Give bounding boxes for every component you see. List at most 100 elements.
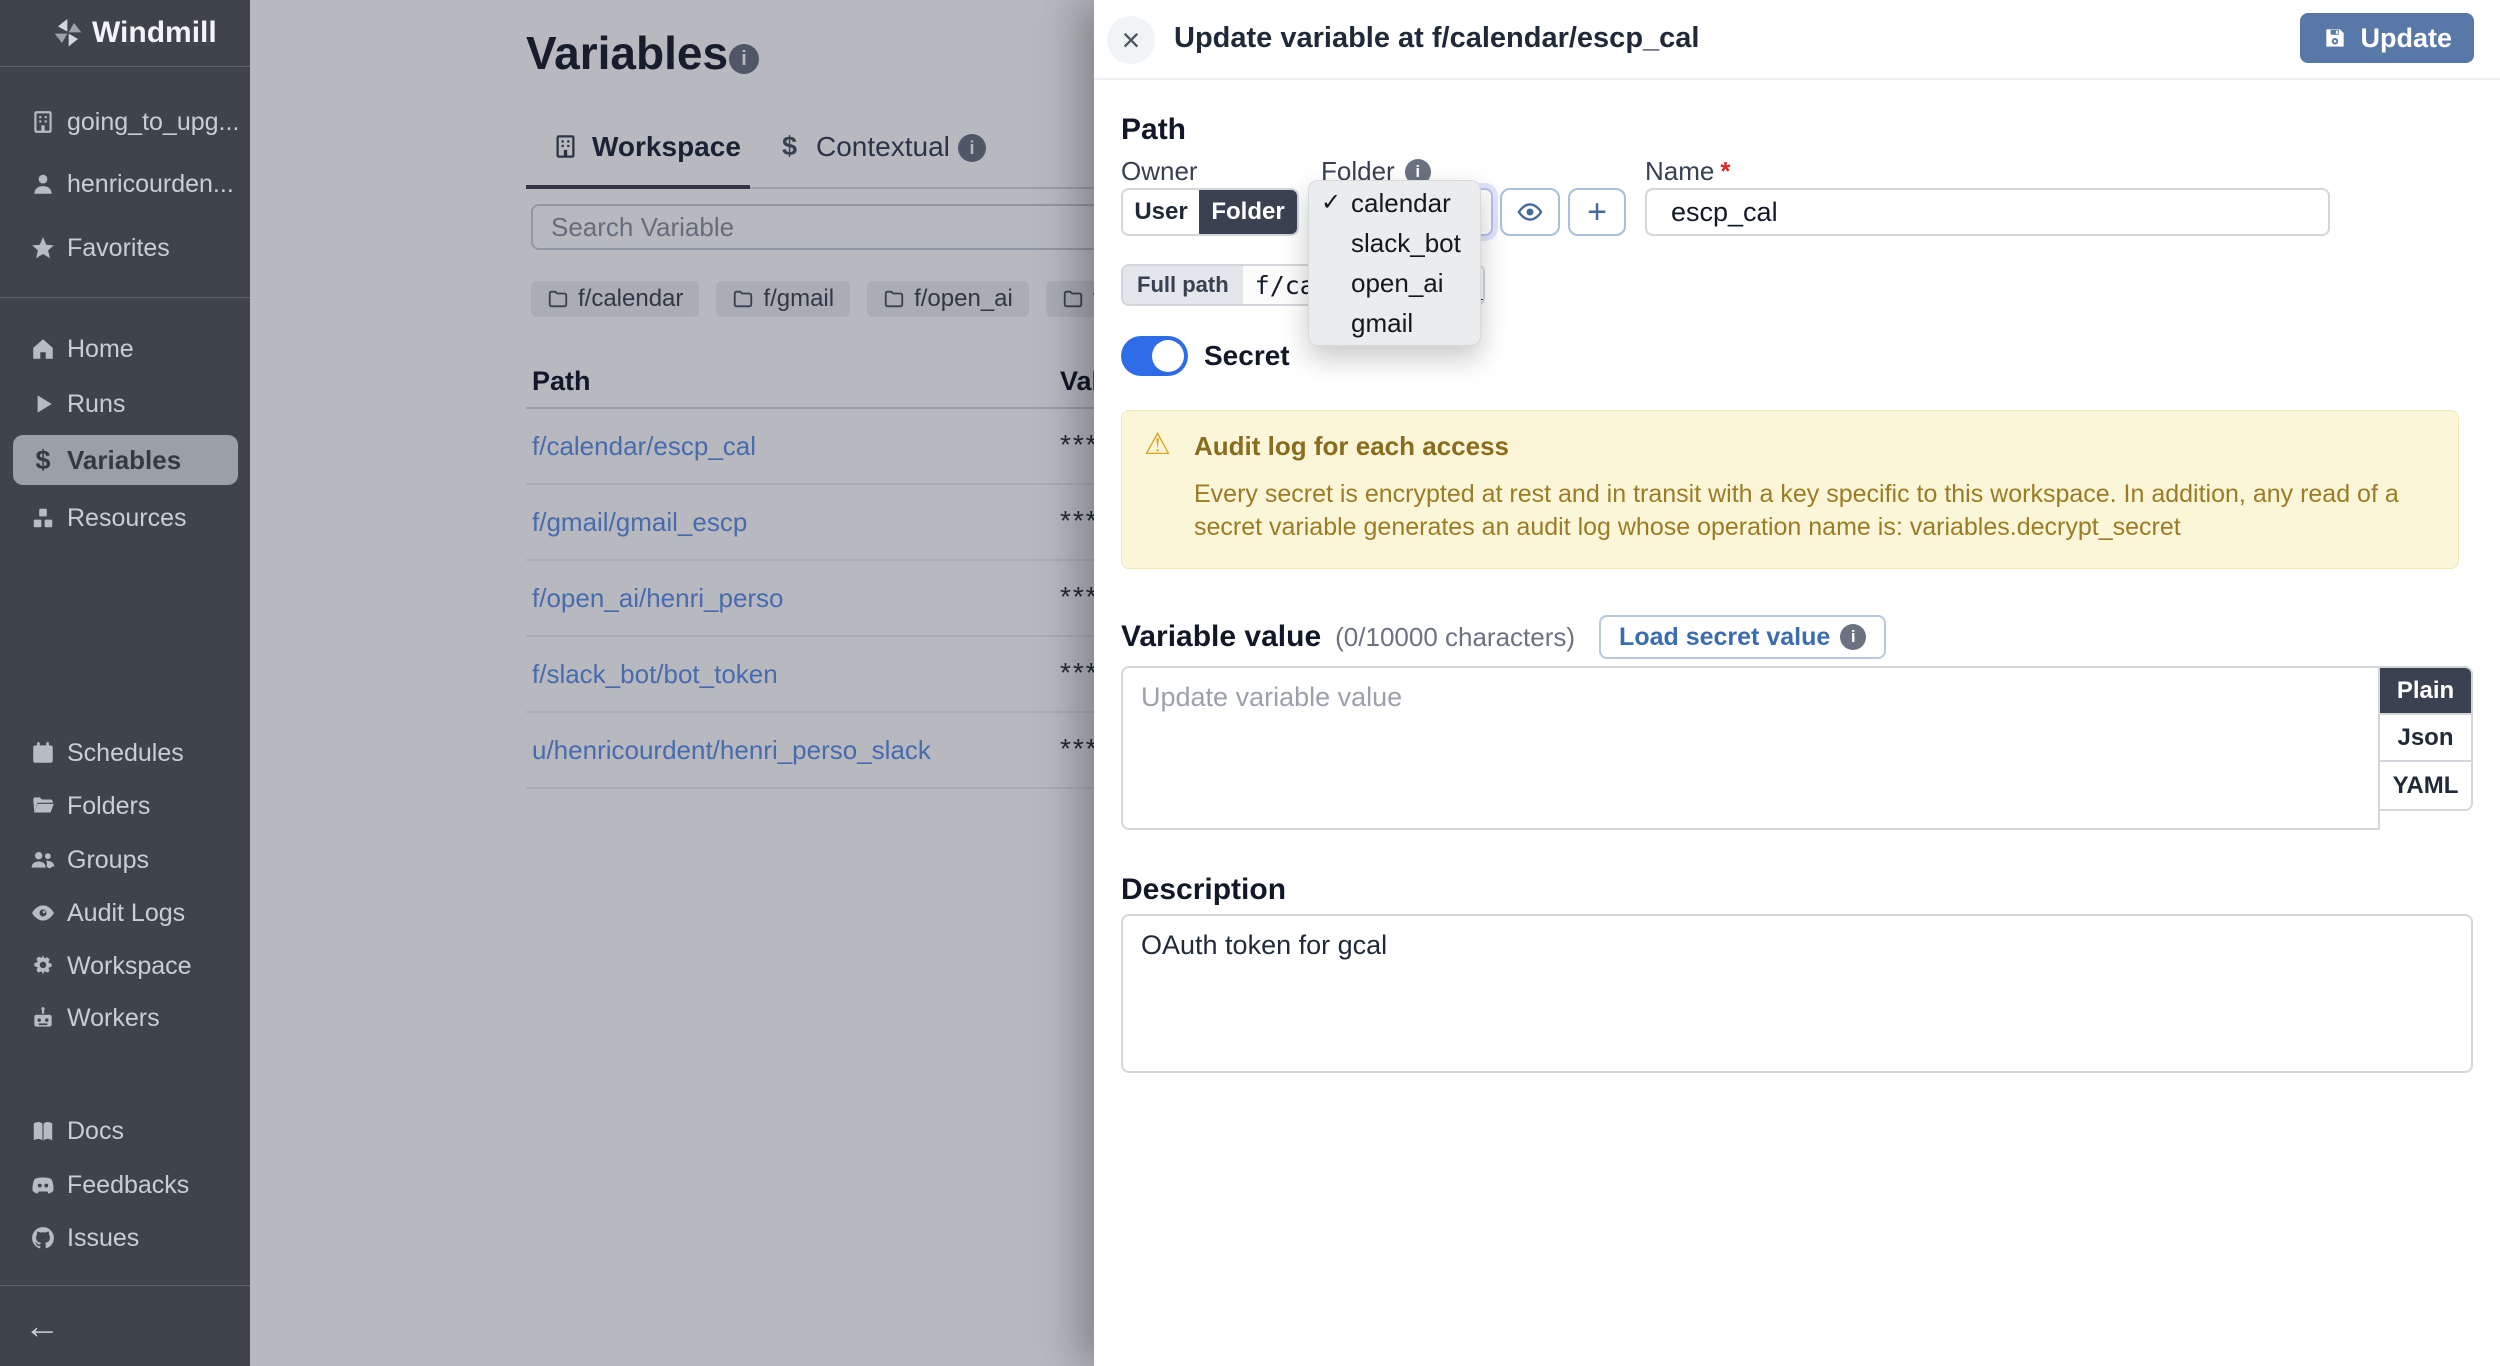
drawer-header: × Update variable at f/calendar/escp_cal…: [1094, 0, 2500, 80]
sidebar-item-favorites[interactable]: Favorites: [0, 231, 250, 265]
nav-label: Groups: [67, 846, 149, 875]
sidebar-item-user[interactable]: henricourden...: [0, 167, 250, 201]
user-name: henricourden...: [67, 170, 234, 199]
sidebar-divider: [0, 1285, 250, 1286]
update-button[interactable]: Update: [2300, 13, 2474, 63]
sidebar-item-issues[interactable]: Issues: [0, 1221, 250, 1255]
sidebar-item-groups[interactable]: Groups: [0, 843, 250, 877]
dropdown-option-gmail[interactable]: gmail: [1309, 303, 1480, 343]
name-label-text: Name: [1645, 156, 1714, 186]
variable-value-textarea[interactable]: [1121, 666, 2380, 830]
format-tabs: Plain Json YAML: [2380, 666, 2473, 811]
sidebar-item-workspace-settings[interactable]: Workspace: [0, 949, 250, 983]
cubes-icon: [29, 504, 57, 532]
dropdown-option-calendar[interactable]: ✓ calendar: [1309, 183, 1480, 223]
nav-label: Schedules: [67, 739, 184, 768]
full-path-label: Full path: [1123, 266, 1243, 304]
update-variable-drawer: × Update variable at f/calendar/escp_cal…: [1094, 0, 2500, 1366]
sidebar-item-audit-logs[interactable]: Audit Logs: [0, 896, 250, 930]
warning-icon: ⚠: [1144, 427, 1171, 462]
robot-icon: [29, 1004, 57, 1032]
sidebar-item-schedules[interactable]: Schedules: [0, 736, 250, 770]
dropdown-option-label: calendar: [1351, 188, 1451, 218]
dollar-icon: $: [29, 445, 57, 476]
eye-icon: [1516, 198, 1544, 226]
gear-icon: [29, 952, 57, 980]
folder-dropdown-menu: ✓ calendar slack_bot open_ai gmail: [1308, 180, 1481, 346]
name-label: Name*: [1645, 156, 1730, 187]
warning-title: Audit log for each access: [1194, 431, 2434, 462]
windmill-app: Windmill going_to_upg... henricourden...…: [0, 0, 2500, 1366]
load-secret-value-button[interactable]: Load secret value i: [1599, 615, 1886, 659]
variable-value-header: Variable value (0/10000 characters) Load…: [1121, 615, 2473, 659]
workspace-name: going_to_upg...: [67, 108, 239, 137]
dropdown-option-slack-bot[interactable]: slack_bot: [1309, 223, 1480, 263]
secret-toggle[interactable]: [1121, 336, 1188, 376]
star-icon: [29, 234, 57, 262]
nav-label: Audit Logs: [67, 899, 185, 928]
secret-label: Secret: [1204, 340, 1290, 372]
drawer-title: Update variable at f/calendar/escp_cal: [1174, 22, 1699, 55]
app-logo[interactable]: Windmill: [0, 0, 250, 67]
sidebar-item-runs[interactable]: Runs: [0, 387, 250, 421]
nav-label: Workspace: [67, 952, 192, 981]
owner-toggle-group: User Folder: [1121, 188, 1299, 236]
sidebar-item-workspace-switcher[interactable]: going_to_upg...: [0, 105, 250, 139]
owner-option-folder[interactable]: Folder: [1199, 190, 1297, 234]
format-tab-plain[interactable]: Plain: [2380, 668, 2471, 715]
dropdown-option-label: gmail: [1351, 308, 1413, 338]
view-folder-button[interactable]: [1500, 188, 1560, 236]
sidebar-item-variables-active[interactable]: $ Variables: [13, 435, 238, 485]
eye-icon: [29, 899, 57, 927]
sidebar: Windmill going_to_upg... henricourden...…: [0, 0, 250, 1366]
sidebar-item-workers[interactable]: Workers: [0, 1001, 250, 1035]
collapse-sidebar-button[interactable]: ←: [24, 1305, 60, 1347]
check-icon: ✓: [1321, 183, 1341, 223]
building-icon: [29, 108, 57, 136]
info-icon: i: [1840, 624, 1866, 650]
nav-label: Workers: [67, 1004, 160, 1033]
users-icon: [29, 846, 57, 874]
drawer-backdrop[interactable]: [250, 0, 1094, 1366]
variable-name-input[interactable]: [1645, 188, 2330, 236]
owner-label: Owner: [1121, 156, 1198, 187]
dropdown-option-open-ai[interactable]: open_ai: [1309, 263, 1480, 303]
calendar-icon: [29, 739, 57, 767]
format-tab-yaml[interactable]: YAML: [2380, 762, 2471, 809]
sidebar-item-docs[interactable]: Docs: [0, 1114, 250, 1148]
nav-label: Variables: [67, 445, 181, 476]
nav-label: Runs: [67, 390, 125, 419]
nav-label: Feedbacks: [67, 1171, 189, 1200]
variable-value-heading: Variable value: [1121, 620, 1321, 654]
github-icon: [29, 1224, 57, 1252]
sidebar-item-feedbacks[interactable]: Feedbacks: [0, 1168, 250, 1202]
format-tab-json[interactable]: Json: [2380, 715, 2471, 762]
sidebar-item-folders[interactable]: Folders: [0, 789, 250, 823]
toggle-knob: [1152, 340, 1184, 372]
favorites-label: Favorites: [67, 234, 170, 263]
app-logo-label: Windmill: [92, 16, 217, 50]
nav-label: Issues: [67, 1224, 139, 1253]
discord-icon: [29, 1171, 57, 1199]
owner-option-user[interactable]: User: [1123, 190, 1199, 234]
character-counter: (0/10000 characters): [1335, 622, 1575, 653]
path-section-heading: Path: [1121, 110, 2473, 150]
audit-warning-box: ⚠ Audit log for each access Every secret…: [1121, 410, 2459, 569]
close-drawer-button[interactable]: ×: [1107, 16, 1155, 64]
warning-body: Every secret is encrypted at rest and in…: [1194, 478, 2464, 544]
sidebar-divider: [0, 297, 250, 298]
load-secret-label: Load secret value: [1619, 623, 1830, 652]
sidebar-item-home[interactable]: Home: [0, 332, 250, 366]
close-icon: ×: [1122, 22, 1141, 59]
play-icon: [29, 390, 57, 418]
plus-icon: +: [1587, 193, 1607, 232]
add-folder-button[interactable]: +: [1568, 188, 1626, 236]
nav-label: Folders: [67, 792, 150, 821]
save-icon: [2322, 25, 2348, 51]
description-textarea[interactable]: OAuth token for gcal: [1121, 914, 2473, 1073]
arrow-left-icon: ←: [24, 1305, 60, 1346]
sidebar-item-resources[interactable]: Resources: [0, 501, 250, 535]
nav-label: Docs: [67, 1117, 124, 1146]
home-icon: [29, 335, 57, 363]
required-mark: *: [1720, 156, 1730, 186]
